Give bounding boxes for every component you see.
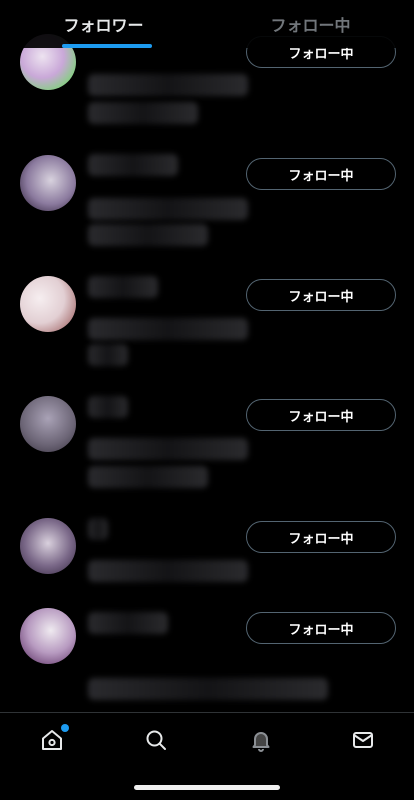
- list-item[interactable]: フォロー中: [0, 382, 414, 502]
- following-button[interactable]: フォロー中: [246, 158, 396, 190]
- tab-following-label: フォロー中: [270, 16, 351, 35]
- blurred-bio: [88, 438, 248, 460]
- blurred-bio: [88, 344, 128, 366]
- avatar[interactable]: [20, 276, 76, 332]
- blurred-bio: [88, 678, 328, 700]
- blurred-bio: [88, 466, 208, 488]
- following-button[interactable]: フォロー中: [246, 521, 396, 553]
- tab-followers-label: フォロワー: [63, 16, 144, 35]
- notification-dot: [61, 724, 69, 732]
- follower-list: フォロー中 フォロー中 フォロー中 フォロー中 フォロー中 フォロー中: [0, 0, 414, 712]
- avatar[interactable]: [20, 518, 76, 574]
- search-icon[interactable]: [143, 727, 169, 753]
- following-button[interactable]: フォロー中: [246, 399, 396, 431]
- blurred-bio: [88, 74, 248, 96]
- tab-following[interactable]: フォロー中: [207, 0, 414, 48]
- blurred-bio: [88, 198, 248, 220]
- blurred-name: [88, 518, 108, 540]
- list-item[interactable]: フォロー中: [0, 140, 414, 260]
- mail-icon[interactable]: [350, 727, 376, 753]
- list-item[interactable]: フォロー中: [0, 262, 414, 382]
- avatar[interactable]: [20, 396, 76, 452]
- following-button[interactable]: フォロー中: [246, 612, 396, 644]
- avatar[interactable]: [20, 608, 76, 664]
- blurred-name: [88, 276, 158, 298]
- tab-bar: フォロワー フォロー中: [0, 0, 414, 48]
- following-button[interactable]: フォロー中: [246, 279, 396, 311]
- blurred-bio: [88, 102, 198, 124]
- tab-followers[interactable]: フォロワー: [0, 0, 207, 48]
- home-icon[interactable]: [39, 724, 69, 753]
- blurred-bio: [88, 224, 208, 246]
- blurred-name: [88, 612, 168, 634]
- home-indicator[interactable]: [134, 785, 280, 790]
- avatar[interactable]: [20, 155, 76, 211]
- blurred-bio: [88, 318, 248, 340]
- list-item[interactable]: フォロー中: [0, 596, 414, 712]
- blurred-name: [88, 396, 128, 418]
- blurred-name: [88, 154, 178, 176]
- active-tab-indicator: [62, 44, 152, 48]
- blurred-bio: [88, 560, 248, 582]
- bell-icon[interactable]: [248, 727, 274, 753]
